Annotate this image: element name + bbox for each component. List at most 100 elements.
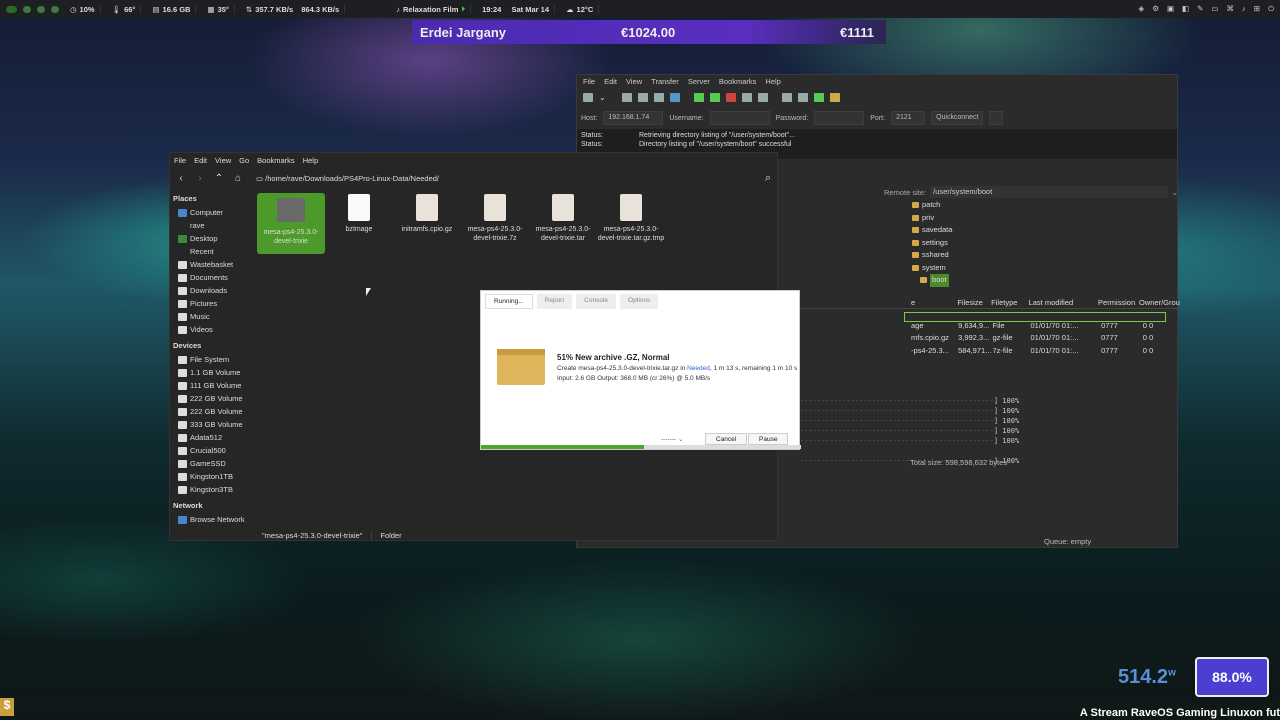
tree-item[interactable]: savedata xyxy=(912,224,1178,237)
col-modified[interactable]: Last modified xyxy=(1029,298,1098,307)
quickconnect-button[interactable]: Quickconnect xyxy=(931,111,984,125)
sidebar-item-device[interactable]: Crucial500 xyxy=(170,444,255,457)
sidebar-item-device[interactable]: 222 GB Volume xyxy=(170,392,255,405)
ftp-menu-edit[interactable]: Edit xyxy=(604,77,617,86)
tree-item[interactable]: patch xyxy=(912,199,1178,212)
workspace-indicator[interactable] xyxy=(6,5,17,13)
tray-icon[interactable]: ◧ xyxy=(1182,4,1189,14)
file-item-selected[interactable]: mesa-ps4-25.3.0-devel-trixie xyxy=(257,193,325,254)
file-item[interactable]: mesa-ps4-25.3.0-devel-trixie.tar.gz.tmp xyxy=(597,193,665,254)
site-manager-icon[interactable] xyxy=(583,92,593,102)
tray-icon[interactable]: ⊞ xyxy=(1254,4,1260,14)
col-permission[interactable]: Permission xyxy=(1098,298,1139,307)
search-icon[interactable]: ⌕ xyxy=(765,172,771,185)
col-filetype[interactable]: Filetype xyxy=(991,298,1028,307)
ftp-menu-server[interactable]: Server xyxy=(688,77,710,86)
log-icon[interactable] xyxy=(621,92,632,102)
tab-report[interactable]: Report xyxy=(536,294,573,309)
sidebar-item-device[interactable]: Kingston3TB xyxy=(170,483,255,496)
fm-menu-help[interactable]: Help xyxy=(303,156,318,165)
tray-icon[interactable]: ◈ xyxy=(1138,4,1144,14)
ftp-menu-bookmarks[interactable]: Bookmarks xyxy=(719,77,757,86)
pause-button[interactable]: Pause xyxy=(748,433,789,445)
file-item[interactable]: mesa-ps4-25.3.0-devel-trixie.7z xyxy=(461,193,529,254)
sidebar-item-music[interactable]: Music xyxy=(170,310,255,323)
cancel-button[interactable]: Cancel xyxy=(705,433,748,445)
file-item[interactable]: initramfs.cpio.gz xyxy=(393,193,461,254)
fm-menu-file[interactable]: File xyxy=(174,156,186,165)
sidebar-item-desktop[interactable]: Desktop xyxy=(170,232,255,245)
home-icon[interactable]: ⌂ xyxy=(233,173,243,184)
password-field[interactable] xyxy=(814,111,865,125)
col-filesize[interactable]: Filesize xyxy=(957,298,991,307)
ftp-menu-file[interactable]: File xyxy=(583,77,595,86)
fm-menu-edit[interactable]: Edit xyxy=(194,156,207,165)
col-owner[interactable]: Owner/Grou xyxy=(1139,298,1180,307)
search-remote-icon[interactable] xyxy=(829,92,840,102)
workspace-indicator[interactable] xyxy=(51,5,59,13)
clock[interactable]: 19:24 Sat Mar 14 xyxy=(477,4,556,14)
folder-link[interactable]: Needed xyxy=(687,365,710,372)
tree-item[interactable]: priv xyxy=(912,212,1178,225)
sidebar-item-filesystem[interactable]: File System xyxy=(170,353,255,366)
sidebar-item-wastebasket[interactable]: Wastebasket xyxy=(170,258,255,271)
username-field[interactable] xyxy=(709,111,770,125)
tree-item[interactable]: system xyxy=(912,262,1178,275)
cancel-icon[interactable] xyxy=(725,92,736,102)
fm-menu-bookmarks[interactable]: Bookmarks xyxy=(257,156,295,165)
location-path[interactable]: ▭ /home/rave/Downloads/PS4Pro-Linux-Data… xyxy=(256,174,439,183)
sidebar-item-device[interactable]: Adata512 xyxy=(170,431,255,444)
tray-icon[interactable]: ♪ xyxy=(1242,4,1246,14)
compare-icon[interactable] xyxy=(797,92,808,102)
priority-select[interactable]: ------- ⌄ xyxy=(661,435,683,443)
quickconnect-dropdown[interactable] xyxy=(989,111,1004,125)
up-icon[interactable]: ⌃ xyxy=(214,173,224,184)
reconnect-icon[interactable] xyxy=(757,92,768,102)
sidebar-item-device[interactable]: 222 GB Volume xyxy=(170,405,255,418)
disconnect-icon[interactable] xyxy=(741,92,752,102)
col-name[interactable]: e xyxy=(911,298,957,307)
ftp-menu-transfer[interactable]: Transfer xyxy=(651,77,679,86)
tree-item[interactable]: sshared xyxy=(912,249,1178,262)
host-field[interactable]: 192.168.1.74 xyxy=(603,111,664,125)
tray-icon[interactable]: ⌘ xyxy=(1227,4,1235,14)
tree-item[interactable]: settings xyxy=(912,237,1178,250)
workspace-indicator[interactable] xyxy=(37,5,45,13)
tab-console[interactable]: Console xyxy=(576,294,617,309)
remote-tree-icon[interactable] xyxy=(653,92,664,102)
ftp-menu-help[interactable]: Help xyxy=(765,77,780,86)
ftp-menu-view[interactable]: View xyxy=(626,77,642,86)
file-item[interactable]: mesa-ps4-25.3.0-devel-trixie.tar xyxy=(529,193,597,254)
back-icon[interactable]: ‹ xyxy=(176,173,186,184)
tray-icon[interactable]: ✎ xyxy=(1197,4,1203,14)
tray-icon[interactable]: ▭ xyxy=(1211,4,1218,14)
sidebar-item-device[interactable]: 333 GB Volume xyxy=(170,418,255,431)
fm-menu-view[interactable]: View xyxy=(215,156,231,165)
port-field[interactable]: 2121 xyxy=(891,111,926,125)
power-icon[interactable]: ⏻ xyxy=(1268,4,1274,14)
sidebar-item-device[interactable]: Kingston1TB xyxy=(170,470,255,483)
tree-item-selected[interactable]: boot xyxy=(912,274,1178,287)
chevron-down-icon[interactable]: ⌄ xyxy=(1172,188,1178,197)
queue-icon[interactable] xyxy=(669,92,680,102)
tab-options[interactable]: Options xyxy=(620,294,659,309)
sidebar-item-home[interactable]: rave xyxy=(170,219,255,232)
dropdown-icon[interactable]: ⌄ xyxy=(599,93,606,102)
sidebar-item-pictures[interactable]: Pictures xyxy=(170,297,255,310)
sync-icon[interactable] xyxy=(813,92,824,102)
process-queue-icon[interactable] xyxy=(709,92,720,102)
remote-path-field[interactable]: /user/system/boot xyxy=(930,186,1168,198)
tree-icon[interactable] xyxy=(637,92,648,102)
play-icon[interactable]: ⏵ xyxy=(461,4,465,14)
sidebar-item-videos[interactable]: Videos xyxy=(170,323,255,336)
sidebar-item-device[interactable]: 111 GB Volume xyxy=(170,379,255,392)
file-item[interactable]: bzImage xyxy=(325,193,393,254)
fm-menu-go[interactable]: Go xyxy=(239,156,249,165)
filter-icon[interactable] xyxy=(781,92,792,102)
sidebar-item-device[interactable]: 1.1 GB Volume xyxy=(170,366,255,379)
tray-icon[interactable]: ▣ xyxy=(1167,4,1174,14)
forward-icon[interactable]: › xyxy=(195,173,205,184)
weather-widget[interactable]: ☁ 12°C xyxy=(561,4,600,14)
sidebar-item-downloads[interactable]: Downloads xyxy=(170,284,255,297)
tab-running[interactable]: Running... xyxy=(485,294,533,309)
